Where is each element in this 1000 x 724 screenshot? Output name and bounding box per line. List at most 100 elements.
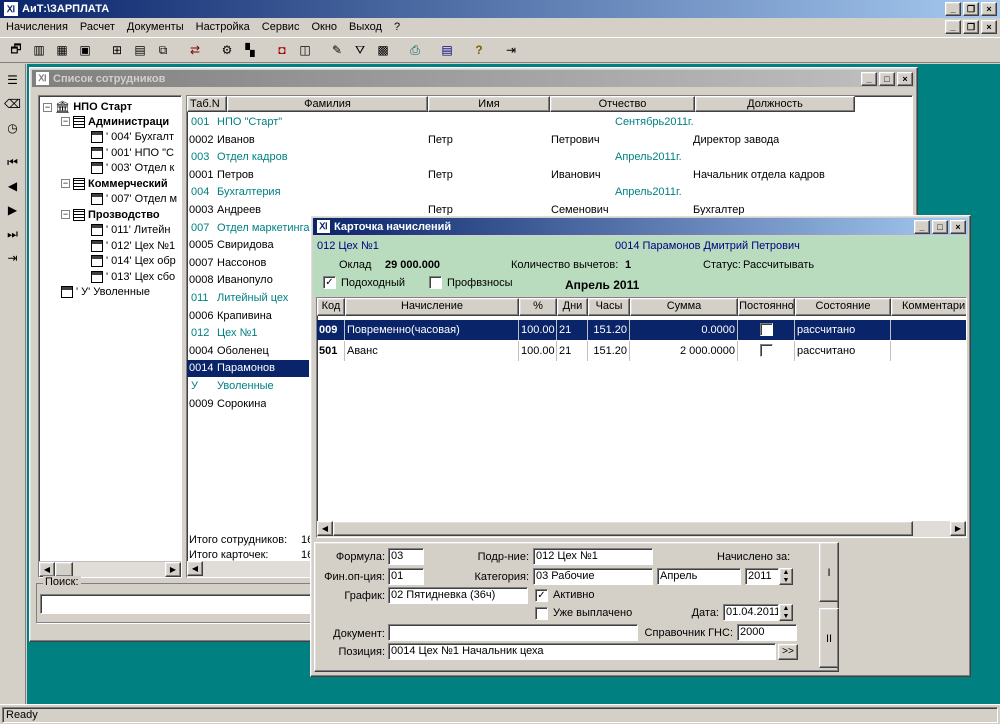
card-maximize-button[interactable]: □	[932, 219, 948, 234]
accrual-row[interactable]: 009 Повременно(часовая) 100.00 21 151.20 0.00…	[317, 320, 966, 340]
menu-settings[interactable]: Настройка	[190, 18, 256, 36]
tree-expand-icon[interactable]: −	[61, 210, 70, 219]
position-field[interactable]: 0014 Цех №1 Начальник цеха	[388, 643, 776, 660]
date-field[interactable]: 01.04.2011	[723, 604, 779, 621]
minimize-button[interactable]: _	[945, 2, 961, 16]
tree-node[interactable]: ' 011' Литейн	[91, 224, 170, 236]
first-icon[interactable]: ⏮	[3, 152, 23, 172]
menu-window[interactable]: Окно	[305, 18, 343, 36]
tree-node[interactable]: ' 014' Цех обр	[91, 255, 176, 267]
col-firstname[interactable]: Имя	[428, 96, 550, 112]
acc-col-comment[interactable]: Комментари	[891, 298, 966, 316]
employee-row[interactable]: 0002 Иванов Петр Петрович Директор завода	[187, 132, 912, 149]
list-scroll-left-icon[interactable]: ◀	[187, 561, 203, 576]
checker-icon[interactable]: ▚	[240, 40, 260, 60]
tree-node[interactable]: ' 001' НПО "С	[91, 146, 174, 159]
department-row[interactable]: 003 Отдел кадров Апрель2011г.	[187, 149, 912, 166]
acc-col-permanent[interactable]: Постоянно	[738, 298, 795, 316]
department-row[interactable]: 004 Бухгалтерия Апрель2011г.	[187, 184, 912, 201]
tree-expand-icon[interactable]: −	[61, 117, 70, 126]
edit-icon[interactable]: ✎	[327, 40, 347, 60]
gns-field[interactable]: 2000	[737, 624, 797, 641]
acc-col-code[interactable]: Код	[317, 298, 345, 316]
tree-expand-icon[interactable]: −	[61, 179, 70, 188]
form-icon[interactable]: ▣	[75, 40, 95, 60]
menu-calc[interactable]: Расчет	[74, 18, 121, 36]
department-row[interactable]: 001 НПО "Старт" Сентябрь2011г.	[187, 114, 912, 131]
formula-field[interactable]: 03	[388, 548, 424, 565]
schedule-field[interactable]: 02 Пятидневка (36ч)	[388, 587, 528, 604]
permanent-checkbox[interactable]	[738, 341, 795, 361]
paid-checkbox[interactable]	[535, 607, 548, 620]
accruals-grid[interactable]: Код Начисление % Дни Часы Сумма Постоянн…	[316, 297, 967, 538]
document-field[interactable]	[388, 624, 638, 641]
emp-minimize-button[interactable]: _	[861, 71, 877, 86]
accrued-year-field[interactable]: 2011	[745, 568, 779, 585]
menu-help[interactable]: ?	[388, 18, 406, 36]
acc-col-hours[interactable]: Часы	[588, 298, 630, 316]
settings-icon[interactable]: ⚙	[217, 40, 237, 60]
exit-door-icon[interactable]: ⇥	[3, 248, 23, 268]
acc-scroll-left-icon[interactable]: ◀	[317, 521, 333, 536]
tree-node[interactable]: − Коммерческий	[61, 177, 168, 190]
menu-service[interactable]: Сервис	[256, 18, 306, 36]
finop-field[interactable]: 01	[388, 568, 424, 585]
tree-node[interactable]: − 🏛 НПО Старт	[43, 100, 132, 114]
acc-col-sum[interactable]: Сумма	[630, 298, 738, 316]
subdiv-field[interactable]: 012 Цех №1	[533, 548, 653, 565]
transfer-icon[interactable]: ⇄	[185, 40, 205, 60]
card-close-button[interactable]: ×	[950, 219, 966, 234]
tab-one[interactable]: I	[819, 542, 839, 602]
last-icon[interactable]: ⏭	[3, 224, 23, 244]
clock-icon[interactable]: ◷	[3, 118, 23, 138]
prev-icon[interactable]: ◀	[3, 176, 23, 196]
windows-icon[interactable]: 🗗	[6, 40, 26, 60]
columns-icon[interactable]: ▥	[29, 40, 49, 60]
help-icon[interactable]: ?	[469, 40, 489, 60]
permanent-checkbox-box[interactable]	[759, 323, 773, 336]
list-icon[interactable]: ☰	[3, 70, 23, 90]
col-tab[interactable]: Таб.N	[187, 96, 227, 112]
mdi-close-button[interactable]: ×	[981, 20, 997, 34]
mdi-restore-button[interactable]: ❐	[963, 20, 979, 34]
scroll-thumb[interactable]	[55, 562, 73, 577]
scroll-right-icon[interactable]: ▶	[165, 562, 181, 577]
emp-close-button[interactable]: ×	[897, 71, 913, 86]
tree-hscroll[interactable]: ◀ ▶	[39, 561, 181, 577]
calc-icon[interactable]: ⊞	[107, 40, 127, 60]
eraser-icon[interactable]: ⌫	[3, 94, 23, 114]
acc-scroll-thumb[interactable]	[333, 521, 913, 536]
next-icon[interactable]: ▶	[3, 200, 23, 220]
emp-maximize-button[interactable]: □	[879, 71, 895, 86]
restore-button[interactable]: ❐	[963, 2, 979, 16]
tree-node[interactable]: − Прозводство	[61, 208, 160, 221]
department-tree[interactable]: − 🏛 НПО Старт − Администраци ' 004' Бухгалт ' …	[38, 95, 182, 578]
calculator-icon[interactable]: ▩	[373, 40, 393, 60]
tree-node[interactable]: ' 013' Цех сбо	[91, 270, 175, 283]
col-position[interactable]: Должность	[695, 96, 855, 112]
employee-row[interactable]: 0014 Парамонов	[187, 360, 309, 378]
exit-icon[interactable]: ⇥	[501, 40, 521, 60]
tree-node[interactable]: ' 012' Цех №1	[91, 239, 175, 252]
permanent-checkbox-box[interactable]	[759, 344, 773, 357]
accrual-row[interactable]: 501 Аванс 100.00 21 151.20 2 000.0000 рассчита…	[317, 341, 966, 361]
tree-node[interactable]: ' 007' Отдел м	[91, 193, 177, 205]
search-input[interactable]	[40, 594, 330, 614]
col-lastname[interactable]: Фамилия	[227, 96, 428, 112]
print-icon[interactable]: ⎙	[405, 40, 425, 60]
scroll-left-icon[interactable]: ◀	[39, 562, 55, 577]
tree-expand-icon[interactable]: −	[43, 102, 52, 112]
date-spinner-icon[interactable]: ▲ ▼	[779, 604, 793, 621]
more-button[interactable]: >>	[778, 644, 798, 660]
acc-scroll-right-icon[interactable]: ▶	[950, 521, 966, 536]
active-checkbox[interactable]: ✓	[535, 589, 548, 602]
col-middlename[interactable]: Отчество	[550, 96, 695, 112]
tree-node[interactable]: − Администраци	[61, 115, 169, 128]
acc-col-name[interactable]: Начисление	[345, 298, 519, 316]
employee-row[interactable]: 0001 Петров Петр Иванович Начальник отдела к…	[187, 167, 912, 184]
accrued-month-field[interactable]: Апрель	[657, 568, 741, 585]
report-icon[interactable]: ▤	[437, 40, 457, 60]
acc-col-days[interactable]: Дни	[557, 298, 588, 316]
accruals-hscroll[interactable]: ◀ ▶	[317, 521, 966, 537]
document-icon[interactable]: ▤	[130, 40, 150, 60]
